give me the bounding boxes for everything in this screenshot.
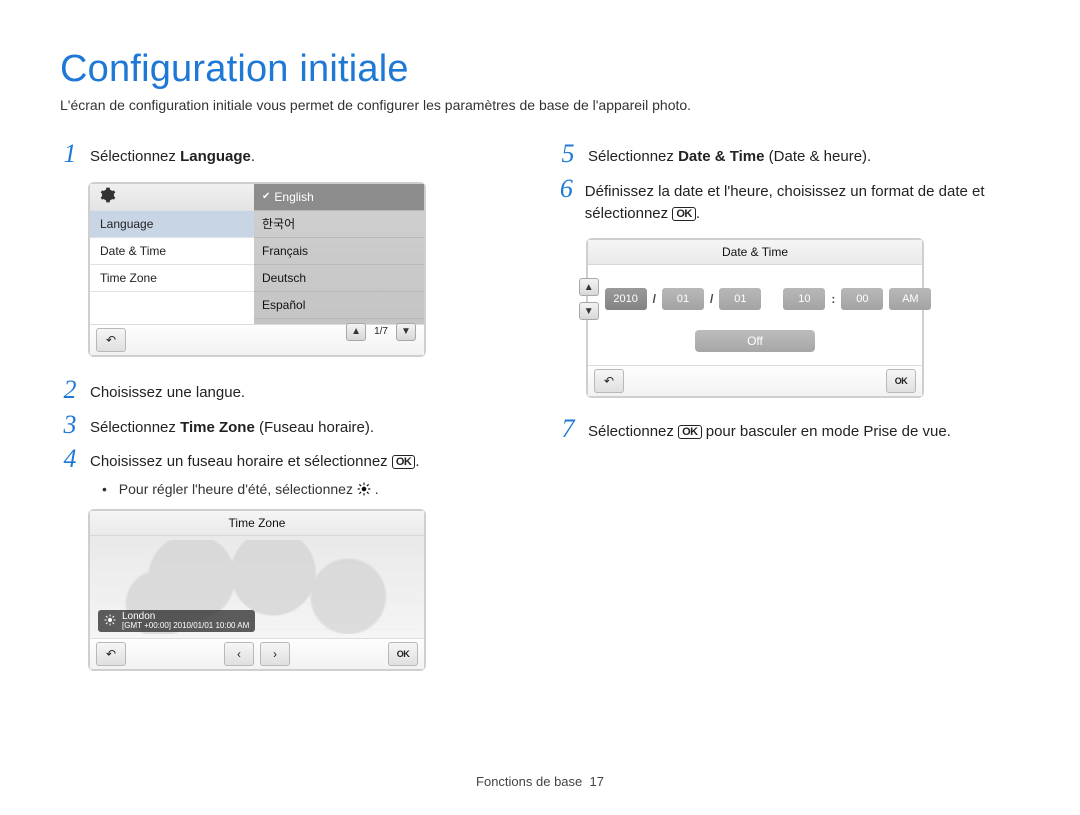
- timezone-info: London [GMT +00:00] 2010/01/01 10:00 AM: [98, 610, 255, 632]
- language-panel: Language Date & Time Time Zone English 한…: [88, 182, 426, 357]
- step-num-2: 2: [60, 377, 80, 403]
- page-title: Configuration initiale: [60, 48, 1020, 91]
- sun-icon: [104, 614, 116, 628]
- step-7: Sélectionnez OK pour basculer en mode Pr…: [588, 416, 951, 443]
- timezone-panel: Time Zone London [GMT +00:00] 2010/01/01…: [88, 509, 426, 671]
- settings-list: Language Date & Time Time Zone: [90, 184, 254, 324]
- lang-opt-espanol[interactable]: Español: [254, 292, 424, 319]
- lang-opt-deutsch[interactable]: Deutsch: [254, 265, 424, 292]
- step-1: Sélectionnez Language.: [90, 141, 255, 168]
- settings-item-language[interactable]: Language: [90, 211, 254, 238]
- timezone-title: Time Zone: [90, 511, 424, 536]
- settings-item-timezone[interactable]: Time Zone: [90, 265, 254, 292]
- datetime-title: Date & Time: [588, 240, 922, 265]
- year-field[interactable]: 2010: [605, 288, 647, 310]
- ok-inline-icon: OK: [678, 425, 702, 439]
- left-column: 1 Sélectionnez Language. Language: [60, 141, 522, 671]
- minute-field[interactable]: 00: [841, 288, 883, 310]
- hour-field[interactable]: 10: [783, 288, 825, 310]
- gear-icon: [100, 187, 116, 206]
- date-format-off-button[interactable]: Off: [695, 330, 815, 352]
- prev-button[interactable]: ‹: [224, 642, 254, 666]
- lang-opt-english[interactable]: English: [254, 184, 424, 211]
- settings-item-datetime[interactable]: Date & Time: [90, 238, 254, 265]
- pager-down-icon[interactable]: ▼: [396, 323, 416, 341]
- step-4-bullet: Pour régler l'heure d'été, sélectionnez …: [102, 481, 522, 497]
- value-up-icon[interactable]: ▲: [579, 278, 599, 296]
- ok-button[interactable]: OK: [388, 642, 418, 666]
- sep-slash: /: [653, 292, 656, 306]
- ok-inline-icon: OK: [672, 207, 696, 221]
- next-button[interactable]: ›: [260, 642, 290, 666]
- ok-button[interactable]: OK: [886, 369, 916, 393]
- step-num-4: 4: [60, 446, 80, 472]
- value-down-icon[interactable]: ▼: [579, 302, 599, 320]
- step-2: Choisissez une langue.: [90, 377, 245, 404]
- step-4: Choisissez un fuseau horaire et sélectio…: [90, 446, 420, 473]
- language-pager: ▲ 1/7 ▼: [254, 319, 424, 345]
- step-6: Définissez la date et l'heure, choisisse…: [585, 176, 1020, 225]
- step-num-6: 6: [558, 176, 575, 202]
- step-num-5: 5: [558, 141, 578, 167]
- pager-up-icon[interactable]: ▲: [346, 323, 366, 341]
- pager-label: 1/7: [374, 326, 388, 337]
- timezone-map[interactable]: London [GMT +00:00] 2010/01/01 10:00 AM: [90, 536, 424, 638]
- step-num-3: 3: [60, 412, 80, 438]
- step-3: Sélectionnez Time Zone (Fuseau horaire).: [90, 412, 374, 439]
- page-footer: Fonctions de base 17: [0, 774, 1080, 789]
- language-options: English 한국어 Français Deutsch Español ▲ 1…: [254, 184, 424, 324]
- tz-detail: [GMT +00:00] 2010/01/01 10:00 AM: [122, 622, 249, 630]
- step-5: Sélectionnez Date & Time (Date & heure).: [588, 141, 871, 168]
- month-field[interactable]: 01: [662, 288, 704, 310]
- lang-opt-francais[interactable]: Français: [254, 238, 424, 265]
- step-num-7: 7: [558, 416, 578, 442]
- ampm-field[interactable]: AM: [889, 288, 931, 310]
- sun-icon: [357, 481, 375, 497]
- day-field[interactable]: 01: [719, 288, 761, 310]
- ok-inline-icon: OK: [392, 455, 416, 469]
- sep-slash: /: [710, 292, 713, 306]
- settings-gear-row: [90, 184, 254, 211]
- lang-opt-korean[interactable]: 한국어: [254, 211, 424, 238]
- page-subtitle: L'écran de configuration initiale vous p…: [60, 97, 1020, 113]
- back-button[interactable]: ↶: [594, 369, 624, 393]
- back-button[interactable]: ↶: [96, 328, 126, 352]
- sep-colon: :: [831, 292, 835, 306]
- right-column: 5 Sélectionnez Date & Time (Date & heure…: [558, 141, 1020, 671]
- step-num-1: 1: [60, 141, 80, 167]
- datetime-panel: Date & Time ▲ ▼ 2010 / 01 / 01 10: [586, 238, 924, 398]
- back-button[interactable]: ↶: [96, 642, 126, 666]
